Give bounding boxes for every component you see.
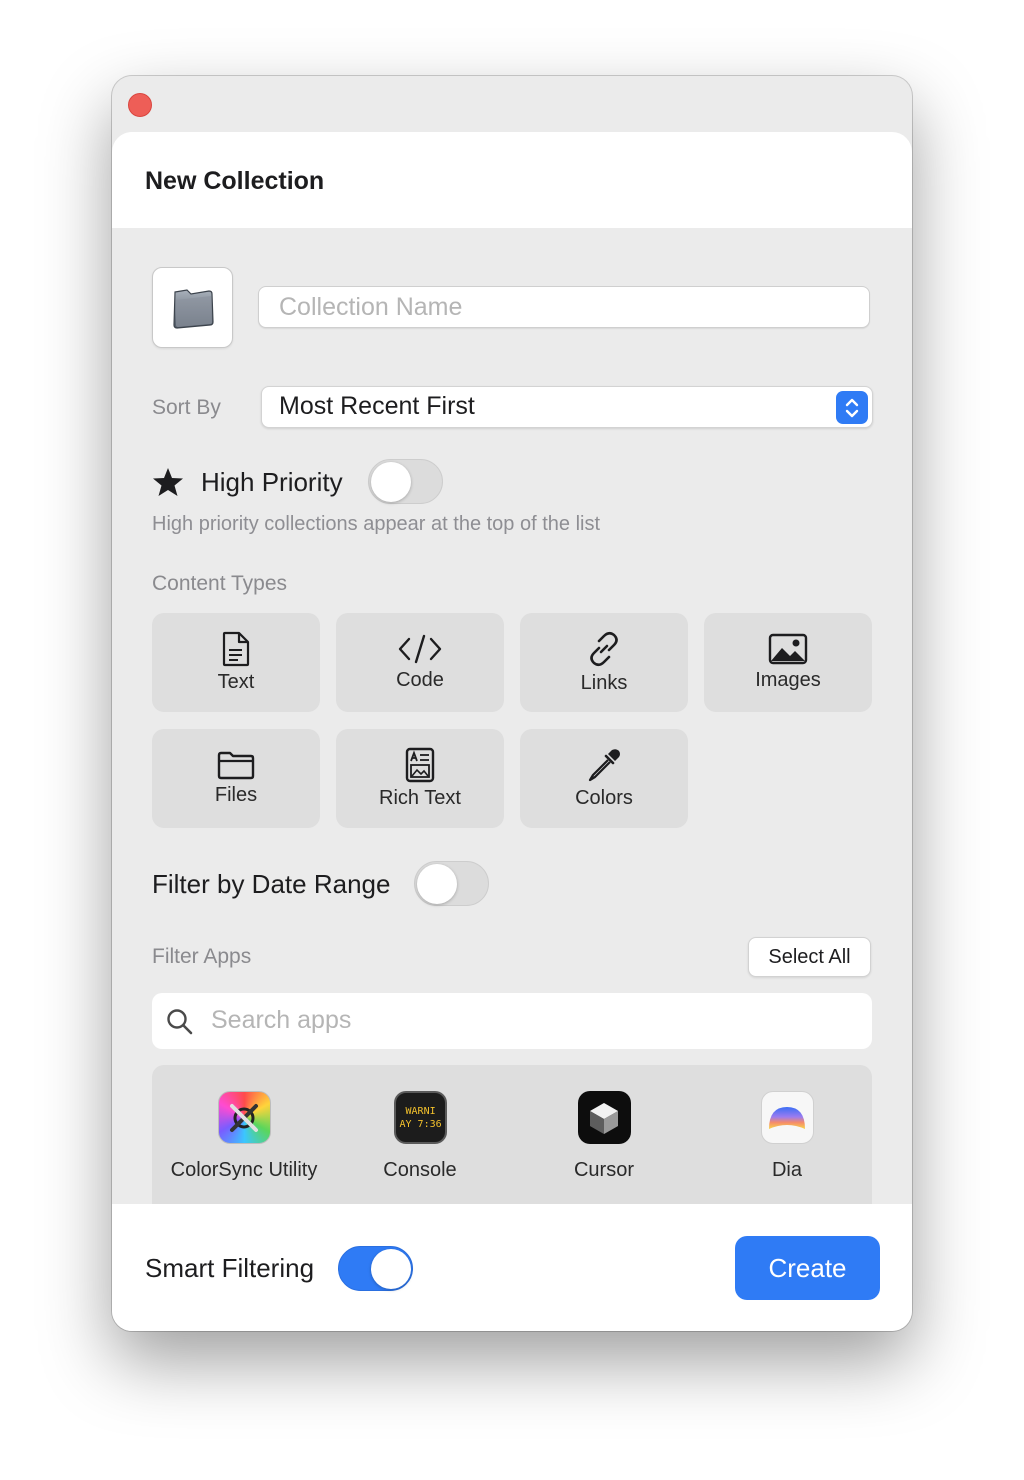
colorsync-utility-icon (217, 1091, 271, 1144)
app-name: ColorSync Utility (170, 1159, 318, 1181)
app-name: Console (383, 1159, 457, 1181)
content-type-label: Text (217, 671, 255, 693)
content-type-code[interactable]: Code (336, 613, 504, 712)
page-title: New Collection (145, 167, 325, 195)
search-apps-input[interactable]: Search apps (152, 993, 872, 1049)
eyedropper-icon (588, 749, 620, 782)
image-icon (768, 633, 808, 665)
window-header: New Collection (112, 132, 912, 228)
link-icon (590, 631, 618, 667)
cursor-icon (577, 1091, 631, 1144)
smart-filtering-toggle[interactable] (338, 1246, 413, 1291)
content-type-links[interactable]: Links (520, 613, 688, 712)
high-priority-label: High Priority (201, 467, 343, 497)
star-icon (153, 468, 183, 496)
toggle-knob (417, 864, 457, 904)
app-name: Cursor (573, 1159, 634, 1181)
high-priority-toggle[interactable] (368, 459, 443, 504)
chevron-up-down-icon[interactable] (836, 391, 868, 424)
new-collection-window: New Collection Sort By Most Recent First (112, 76, 912, 1331)
content-type-files[interactable]: Files (152, 729, 320, 828)
content-type-label: Code (396, 669, 444, 691)
content-type-label: Images (755, 669, 821, 691)
collection-name-input[interactable] (258, 286, 870, 328)
toggle-knob (371, 1249, 411, 1289)
high-priority-hint: High priority collections appear at the … (152, 513, 601, 535)
filter-apps-label: Filter Apps (152, 945, 252, 968)
content-types-label: Content Types (152, 572, 288, 595)
content-type-images[interactable]: Images (704, 613, 872, 712)
sort-by-value: Most Recent First (279, 392, 475, 420)
sort-by-select[interactable]: Most Recent First (261, 386, 873, 428)
content-type-text[interactable]: Text (152, 613, 320, 712)
app-colorsync-utility[interactable]: ColorSync Utility (152, 1091, 336, 1182)
document-icon (222, 631, 250, 667)
console-icon: WARNI AY 7:36 (393, 1091, 447, 1144)
search-icon (167, 1009, 193, 1035)
content-type-label: Files (214, 784, 258, 806)
select-all-button[interactable]: Select All (748, 937, 871, 977)
folder-icon (217, 751, 255, 780)
dia-icon (760, 1091, 814, 1144)
collection-icon-picker[interactable] (152, 267, 233, 348)
app-dia[interactable]: Dia (695, 1091, 879, 1182)
date-range-toggle[interactable] (414, 861, 489, 906)
app-name: Dia (771, 1159, 802, 1181)
content-type-colors[interactable]: Colors (520, 729, 688, 828)
toggle-knob (371, 462, 411, 502)
smart-filtering-label: Smart Filtering (145, 1253, 315, 1283)
folder-icon (172, 288, 214, 329)
search-placeholder: Search apps (211, 1006, 352, 1034)
code-icon (398, 634, 442, 664)
sort-by-label: Sort By (152, 396, 221, 419)
rich-text-icon (405, 747, 435, 783)
content-type-label: Rich Text (379, 787, 461, 809)
close-window-button[interactable] (128, 93, 152, 117)
content-type-label: Links (580, 672, 628, 694)
create-button[interactable]: Create (735, 1236, 880, 1300)
window-footer: Smart Filtering Create (112, 1204, 912, 1331)
content-type-label: Colors (575, 787, 633, 809)
content-type-rich-text[interactable]: Rich Text (336, 729, 504, 828)
app-cursor[interactable]: Cursor (512, 1091, 696, 1182)
date-range-label: Filter by Date Range (152, 869, 391, 899)
apps-grid: ColorSync Utility WARNI AY 7:36 Console … (152, 1065, 872, 1215)
app-console[interactable]: WARNI AY 7:36 Console (328, 1091, 512, 1182)
